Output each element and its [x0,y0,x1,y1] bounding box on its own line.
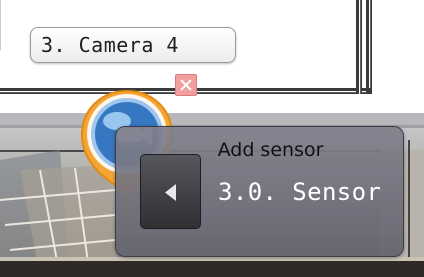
sensor-label[interactable]: 3.0. Sensor [218,178,381,206]
chevron-left-icon [165,184,176,201]
add-sensor-popup: Add sensor 3.0. Sensor [115,126,404,257]
camera-label[interactable]: 3. Camera 4 [30,27,236,63]
previous-button[interactable] [140,154,201,229]
